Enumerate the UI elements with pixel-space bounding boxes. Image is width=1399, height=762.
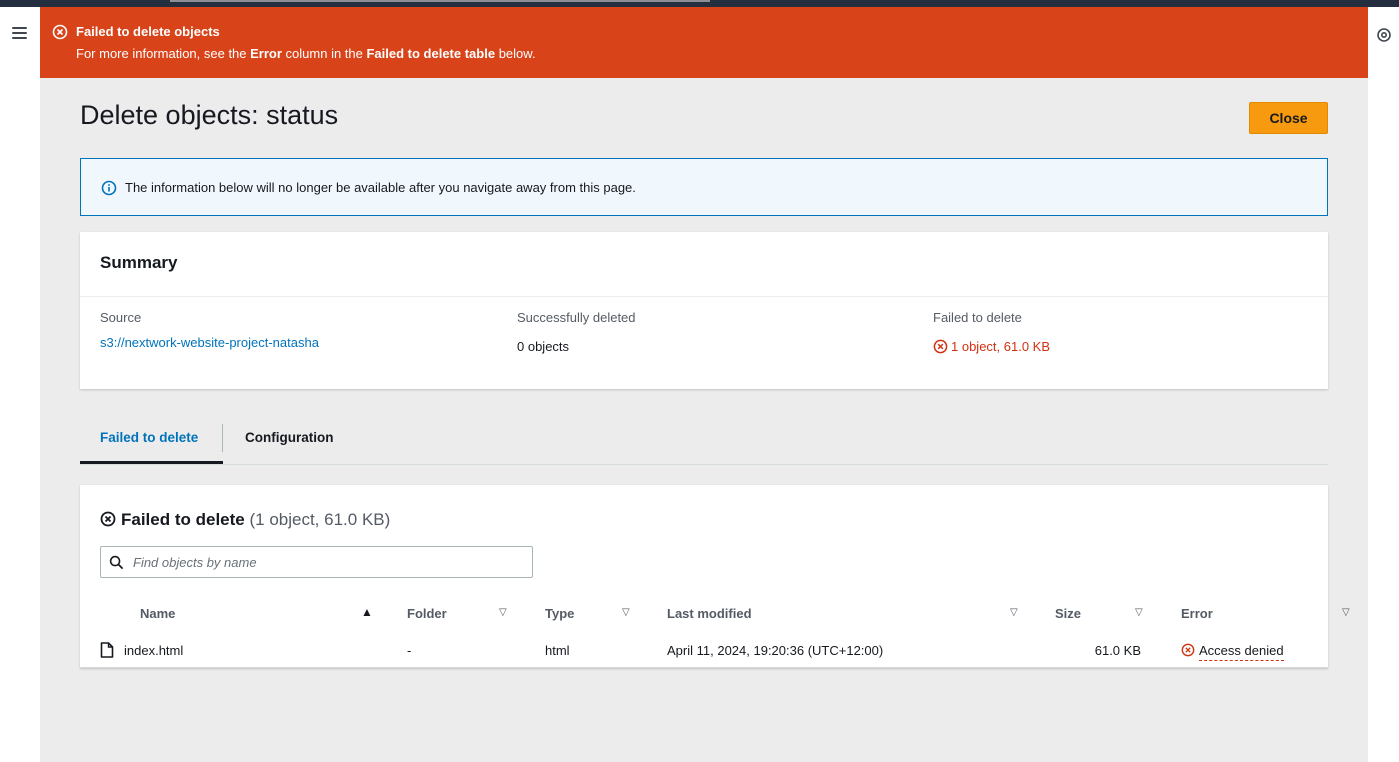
error-circle-icon [100,511,116,527]
failed-label: Failed to delete [933,310,1022,325]
page-title: Delete objects: status [80,100,339,130]
info-alert-text: The information below will no longer be … [125,180,636,195]
sort-ascending-icon[interactable]: ▲ [361,605,373,619]
column-header-name[interactable]: Name [140,606,175,621]
info-alert: The information below will no longer be … [80,158,1328,216]
summary-title: Summary [100,253,178,272]
failed-value: 1 object, 61.0 KB [933,339,1050,354]
sort-icon[interactable]: ▽ [1010,607,1018,618]
right-panel-rail [1368,7,1399,762]
table-title: Failed to delete [121,510,245,529]
sort-icon[interactable]: ▽ [1135,607,1143,618]
summary-divider [80,296,1328,297]
summary-success: Successfully deleted 0 objects [517,310,636,354]
sort-icon[interactable]: ▽ [1342,607,1350,618]
summary-panel: Summary Source s3://nextwork-website-pro… [80,232,1328,389]
info-icon [101,180,117,196]
tab-failed-to-delete[interactable]: Failed to delete [100,430,198,445]
search-icon [109,555,124,570]
column-header-last-modified[interactable]: Last modified [667,606,752,621]
column-header-folder[interactable]: Folder [407,606,447,621]
error-circle-icon [1181,643,1195,657]
error-circle-icon [933,339,948,354]
search-input[interactable] [133,552,523,572]
search-field[interactable] [100,546,533,578]
sort-icon[interactable]: ▽ [622,607,630,618]
object-size: 61.0 KB [1094,643,1141,658]
object-name-link[interactable]: index.html [124,643,183,658]
flash-title: Failed to delete objects [76,24,220,39]
object-error[interactable]: Access denied [1181,643,1284,661]
tab-bar: Failed to delete Configuration [80,418,1328,466]
top-strip-segment [170,0,710,2]
object-last-modified: April 11, 2024, 19:20:36 (UTC+12:00) [667,643,884,658]
summary-source: Source s3://nextwork-website-project-nat… [100,310,319,350]
close-button[interactable]: Close [1249,102,1328,134]
failed-to-delete-table: Failed to delete (1 object, 61.0 KB) Nam… [80,485,1350,668]
source-link[interactable]: s3://nextwork-website-project-natasha [100,335,319,350]
tab-separator [222,424,223,452]
settings-icon[interactable] [1376,27,1392,43]
tab-configuration[interactable]: Configuration [245,430,333,445]
success-value: 0 objects [517,339,570,354]
column-header-error[interactable]: Error [1181,606,1213,621]
object-folder: - [407,643,412,658]
top-strip [0,0,1399,7]
left-nav-rail [0,7,40,762]
error-circle-icon [52,24,68,40]
column-header-type[interactable]: Type [545,606,574,621]
object-type: html [545,643,570,658]
flash-message: For more information, see the Error colu… [76,46,536,61]
hamburger-menu-icon[interactable] [12,27,27,40]
access-denied-popover-trigger[interactable]: Access denied [1199,643,1284,661]
main-content: Failed to delete objects For more inform… [40,7,1368,762]
error-flashbar: Failed to delete objects For more inform… [40,7,1368,78]
table-header: Failed to delete (1 object, 61.0 KB) [100,510,390,530]
sort-icon[interactable]: ▽ [499,607,507,618]
source-label: Source [100,310,142,325]
table-count: (1 object, 61.0 KB) [249,510,391,529]
table-row-divider [80,667,1328,668]
tab-baseline [80,464,1328,465]
file-icon [100,642,114,658]
success-label: Successfully deleted [517,310,636,325]
summary-failed: Failed to delete 1 object, 61.0 KB [933,310,1050,354]
column-header-size[interactable]: Size [1055,606,1081,621]
